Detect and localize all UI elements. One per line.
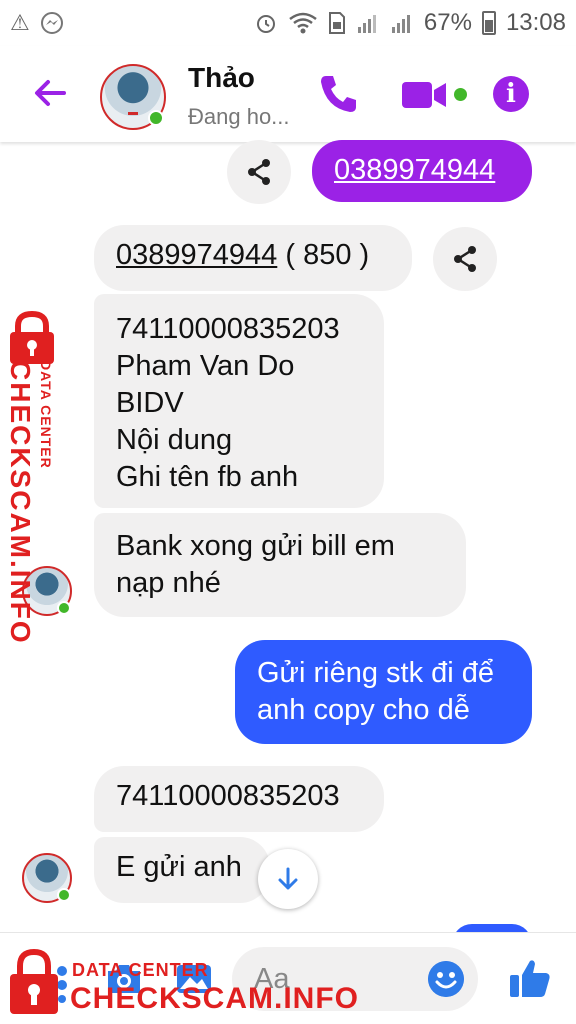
- online-indicator: [148, 110, 164, 126]
- message-bubble-incoming[interactable]: 74110000835203 Pham Van Do BIDV Nội dung…: [94, 294, 384, 508]
- warning-icon: ⚠: [10, 10, 30, 36]
- message-bubble-outgoing[interactable]: Gửi riêng stk đi để anh copy cho dễ: [235, 640, 532, 744]
- status-left-icons: ⚠: [10, 11, 64, 36]
- signal-icon: [391, 15, 410, 33]
- watermark-lock-icon: [10, 948, 58, 1014]
- emoji-icon[interactable]: [428, 961, 464, 997]
- message-bubble-incoming[interactable]: E gửi anh: [94, 837, 270, 903]
- watermark-lock-icon: [10, 310, 54, 364]
- battery-icon: [481, 11, 496, 35]
- share-button[interactable]: [433, 227, 497, 291]
- message-suffix: ( 850 ): [277, 239, 370, 271]
- message-bubble-incoming[interactable]: Bank xong gửi bill em nạp nhé: [94, 513, 466, 617]
- contact-name[interactable]: Thảo: [188, 62, 255, 94]
- sim-icon: [328, 12, 345, 34]
- video-online-indicator: [454, 88, 467, 101]
- share-button[interactable]: [227, 140, 291, 204]
- contact-status: Đang ho...: [188, 104, 290, 129]
- watermark-text: CHECKSCAM.INFO: [70, 982, 359, 1015]
- share-icon: [248, 159, 270, 185]
- message-bubble-incoming[interactable]: 0389974944 ( 850 ): [94, 225, 412, 291]
- phone-icon[interactable]: [318, 72, 358, 114]
- messenger-icon: [40, 12, 63, 34]
- video-icon[interactable]: [400, 80, 448, 110]
- watermark-subtext: DATA CENTER: [72, 960, 209, 980]
- clock: 13:08: [505, 9, 566, 36]
- alarm-icon: [256, 15, 275, 33]
- watermark-text: CHECKSCAM.INFO: [5, 360, 36, 645]
- back-arrow-icon[interactable]: [30, 70, 70, 116]
- message-bubble-incoming[interactable]: 74110000835203: [94, 766, 384, 832]
- like-thumb-icon[interactable]: [508, 957, 552, 999]
- arrow-down-icon: [278, 867, 298, 890]
- battery-percent: 67%: [423, 9, 472, 36]
- phone-number-link[interactable]: 0389974944: [334, 154, 495, 186]
- watermark-subtext: DATA CENTER: [38, 360, 54, 469]
- message-bubble-outgoing[interactable]: 0389974944: [312, 140, 532, 202]
- online-indicator: [57, 601, 71, 615]
- conversation-header: ▬ Thảo Đang ho... i: [0, 46, 576, 142]
- online-indicator: [57, 888, 71, 902]
- info-icon[interactable]: i: [493, 76, 529, 112]
- status-right-icons: 67% 13:08: [254, 9, 566, 37]
- share-icon: [454, 246, 476, 272]
- status-bar: ⚠ 67% 13:08: [0, 0, 576, 46]
- wifi-icon: [289, 12, 317, 34]
- signal-icon: [357, 15, 376, 33]
- phone-number-link[interactable]: 0389974944: [116, 239, 277, 271]
- scroll-to-bottom-button[interactable]: [258, 849, 318, 909]
